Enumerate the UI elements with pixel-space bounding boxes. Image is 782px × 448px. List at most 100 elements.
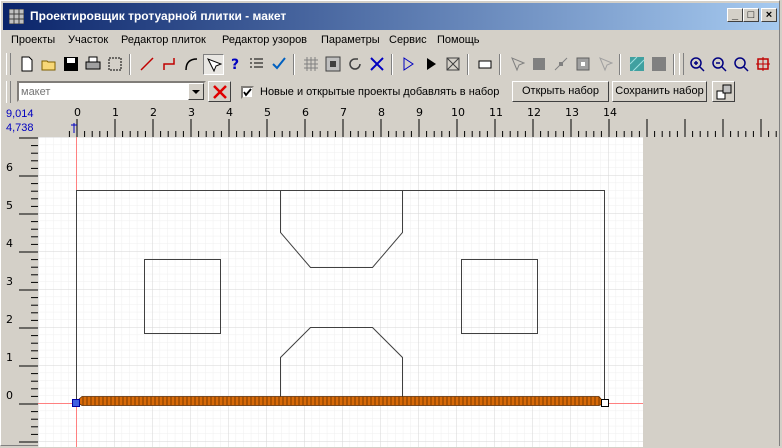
project-combo[interactable] bbox=[17, 81, 206, 102]
menu-tile-editor[interactable]: Редактор плиток bbox=[121, 34, 206, 46]
horizontal-ruler: 0 1 2 3 4 5 6 7 8 9 10 11 12 13 14 bbox=[68, 106, 777, 137]
toolbar-separator bbox=[293, 54, 295, 75]
menu-help[interactable]: Помощь bbox=[437, 34, 480, 46]
y-tick-label: 2 bbox=[6, 313, 13, 326]
stop-icon[interactable] bbox=[443, 54, 464, 75]
menu-bar: Проекты Участок Редактор плиток Редактор… bbox=[3, 31, 779, 49]
app-window: Проектировщик тротуарной плитки - макет … bbox=[0, 0, 780, 447]
gray-square-icon[interactable] bbox=[649, 54, 670, 75]
x-tick-label: 2 bbox=[150, 106, 157, 119]
fill-icon[interactable] bbox=[529, 54, 550, 75]
toolbar-grip[interactable] bbox=[679, 53, 684, 75]
x-tick-label: 10 bbox=[451, 106, 465, 119]
line-tool-icon[interactable] bbox=[137, 54, 158, 75]
eraser-icon[interactable] bbox=[475, 54, 496, 75]
zoom-in-icon[interactable] bbox=[687, 54, 708, 75]
y-tick-label: 1 bbox=[6, 351, 13, 364]
rotate-icon[interactable] bbox=[345, 54, 366, 75]
x-tick-label: 3 bbox=[188, 106, 195, 119]
x-tick-label: 7 bbox=[340, 106, 347, 119]
drawing-canvas[interactable] bbox=[38, 137, 643, 447]
x-tick-label: 12 bbox=[527, 106, 541, 119]
layout-icon bbox=[716, 84, 731, 100]
x-tick-label: 4 bbox=[226, 106, 233, 119]
checkmark-icon bbox=[243, 88, 252, 97]
start-node-handle bbox=[72, 399, 80, 407]
canvas-empty-area bbox=[643, 137, 779, 447]
close-icon: × bbox=[765, 9, 773, 21]
cursor-x-readout: 9,014 bbox=[6, 108, 34, 120]
x-tick-label: 13 bbox=[565, 106, 579, 119]
menu-pattern-editor[interactable]: Редактор узоров bbox=[222, 34, 307, 46]
menu-parameters[interactable]: Параметры bbox=[321, 34, 380, 46]
close-button[interactable]: × bbox=[761, 8, 777, 22]
toolbar-separator bbox=[391, 54, 393, 75]
step-icon[interactable] bbox=[399, 54, 420, 75]
cursor-y-readout: 4,738 bbox=[6, 122, 34, 134]
grid-icon[interactable] bbox=[301, 54, 322, 75]
red-x-icon bbox=[212, 85, 227, 99]
cursor-icon[interactable] bbox=[595, 54, 616, 75]
toolbar-separator bbox=[673, 54, 675, 75]
toolbar-separator bbox=[129, 54, 131, 75]
x-tick-label: 11 bbox=[489, 106, 503, 119]
target-icon[interactable] bbox=[573, 54, 594, 75]
arrow-pointer-icon[interactable] bbox=[507, 54, 528, 75]
arc-tool-icon[interactable] bbox=[181, 54, 202, 75]
zoom-box-icon[interactable] bbox=[753, 54, 774, 75]
node-icon[interactable] bbox=[551, 54, 572, 75]
open-folder-icon[interactable] bbox=[39, 54, 60, 75]
minimize-icon: _ bbox=[731, 9, 739, 21]
toolbar-separator bbox=[619, 54, 621, 75]
x-tick-label: 8 bbox=[378, 106, 385, 119]
combo-dropdown-button[interactable] bbox=[188, 83, 204, 100]
set-layout-button[interactable] bbox=[712, 81, 735, 102]
new-file-icon[interactable] bbox=[17, 54, 38, 75]
save-icon[interactable] bbox=[61, 54, 82, 75]
toolbar-separator bbox=[467, 54, 469, 75]
x-tick-label: 14 bbox=[603, 106, 617, 119]
menu-site[interactable]: Участок bbox=[68, 34, 108, 46]
x-tick-label: 5 bbox=[264, 106, 271, 119]
app-grid-icon bbox=[9, 9, 24, 24]
tile-border-strip[interactable] bbox=[77, 396, 604, 406]
vertical-ruler: 0 1 2 3 4 5 6 bbox=[6, 137, 38, 443]
zoom-out-icon[interactable] bbox=[709, 54, 730, 75]
select-tool-icon[interactable] bbox=[203, 54, 224, 75]
list-icon[interactable] bbox=[247, 54, 268, 75]
toolbar-separator bbox=[499, 54, 501, 75]
maximize-icon: □ bbox=[747, 9, 755, 21]
y-tick-label: 3 bbox=[6, 275, 13, 288]
y-tick-label: 4 bbox=[6, 237, 13, 250]
toolbar-grip[interactable] bbox=[6, 53, 11, 75]
print-icon[interactable] bbox=[83, 54, 104, 75]
minimize-button[interactable]: _ bbox=[727, 8, 743, 22]
delete-icon[interactable] bbox=[367, 54, 388, 75]
help-pointer-icon[interactable]: ? bbox=[225, 54, 246, 75]
toolbar-grip[interactable] bbox=[6, 81, 11, 103]
y-tick-label: 0 bbox=[6, 389, 13, 402]
project-combo-input[interactable] bbox=[21, 84, 186, 99]
tile-icon[interactable] bbox=[323, 54, 344, 75]
select-area-icon[interactable] bbox=[105, 54, 126, 75]
add-to-set-checkbox[interactable] bbox=[241, 86, 254, 99]
check-icon[interactable] bbox=[269, 54, 290, 75]
play-icon[interactable] bbox=[421, 54, 442, 75]
texture-icon[interactable] bbox=[627, 54, 648, 75]
x-tick-label: 9 bbox=[416, 106, 423, 119]
title-bar[interactable]: Проектировщик тротуарной плитки - макет … bbox=[3, 3, 779, 30]
main-toolbar: ? bbox=[3, 52, 779, 77]
save-set-button[interactable]: Сохранить набор bbox=[612, 81, 707, 102]
x-tick-label: 6 bbox=[302, 106, 309, 119]
menu-service[interactable]: Сервис bbox=[389, 34, 427, 46]
open-set-button[interactable]: Открыть набор bbox=[512, 81, 609, 102]
y-tick-label: 6 bbox=[6, 161, 13, 174]
svg-text:?: ? bbox=[231, 57, 239, 72]
project-toolbar: Новые и открытые проекты добавлять в наб… bbox=[3, 79, 779, 105]
maximize-button[interactable]: □ bbox=[743, 8, 759, 22]
x-tick-label: 0 bbox=[74, 106, 81, 119]
menu-projects[interactable]: Проекты bbox=[11, 34, 55, 46]
clear-project-button[interactable] bbox=[208, 81, 231, 102]
polyline-tool-icon[interactable] bbox=[159, 54, 180, 75]
zoom-fit-icon[interactable] bbox=[731, 54, 752, 75]
